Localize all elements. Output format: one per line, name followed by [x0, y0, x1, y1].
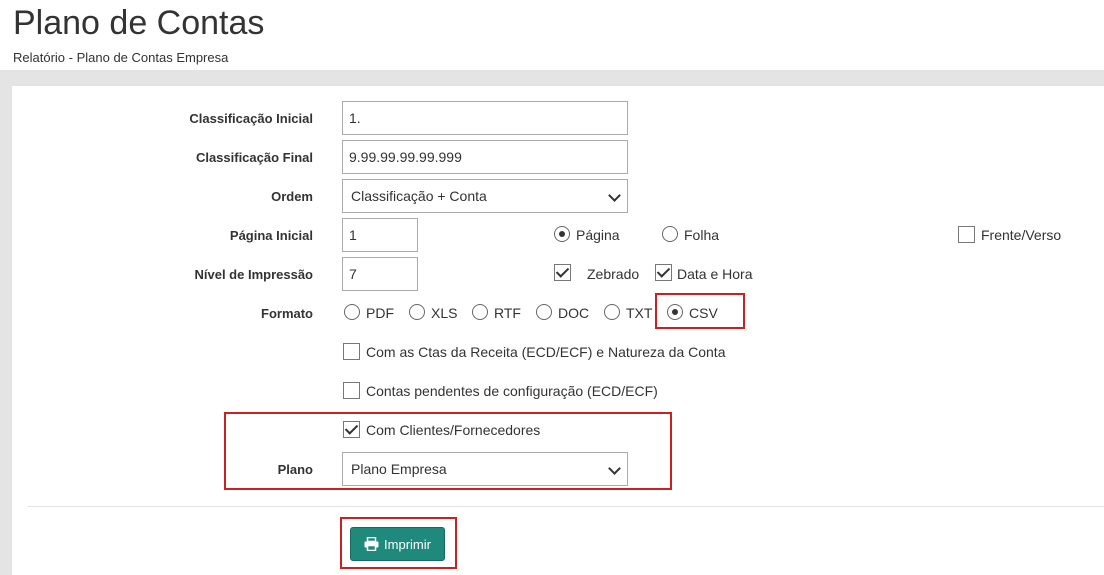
- pagina-inicial-input[interactable]: 1: [342, 218, 418, 252]
- ordem-selected-value: Classificação + Conta: [351, 188, 487, 204]
- ctas-receita-label: Com as Ctas da Receita (ECD/ECF) e Natur…: [366, 344, 726, 360]
- formato-rtf-label: RTF: [494, 305, 521, 321]
- zebrado-checkbox[interactable]: [554, 264, 571, 281]
- radio-folha[interactable]: [662, 226, 678, 242]
- formato-rtf-radio[interactable]: [472, 304, 488, 320]
- frente-verso-checkbox[interactable]: [958, 226, 975, 243]
- ordem-select[interactable]: Classificação + Conta: [342, 179, 628, 213]
- plano-highlight-box: [224, 412, 672, 490]
- nivel-impressao-input[interactable]: 7: [342, 257, 418, 291]
- page-subtitle: Relatório - Plano de Contas Empresa: [13, 50, 229, 65]
- formato-txt-radio[interactable]: [604, 304, 620, 320]
- imprimir-highlight-box: [340, 517, 457, 569]
- formato-txt-label: TXT: [626, 305, 653, 321]
- pagina-inicial-label: Página Inicial: [229, 228, 313, 243]
- formato-pdf-label: PDF: [366, 305, 394, 321]
- page-title: Plano de Contas: [13, 4, 265, 42]
- classificacao-final-input[interactable]: 9.99.99.99.99.999: [342, 140, 628, 174]
- contas-pendentes-label: Contas pendentes de configuração (ECD/EC…: [366, 383, 658, 399]
- classificacao-final-label: Classificação Final: [195, 150, 313, 165]
- classificacao-inicial-input[interactable]: 1.: [342, 101, 628, 135]
- radio-pagina-label: Página: [576, 227, 620, 243]
- form-divider: [28, 506, 1104, 507]
- contas-pendentes-checkbox[interactable]: [343, 382, 360, 399]
- page-header: Plano de Contas Relatório - Plano de Con…: [0, 0, 1104, 70]
- formato-doc-label: DOC: [558, 305, 590, 321]
- nivel-impressao-label: Nível de Impressão: [194, 267, 314, 282]
- formato-label: Formato: [261, 306, 313, 321]
- csv-highlight-box: [655, 293, 745, 329]
- data-hora-label: Data e Hora: [677, 266, 753, 282]
- frente-verso-label: Frente/Verso: [981, 227, 1062, 243]
- chevron-down-icon: [608, 189, 621, 202]
- formato-pdf-radio[interactable]: [344, 304, 360, 320]
- radio-folha-label: Folha: [684, 227, 720, 243]
- formato-xls-label: XLS: [431, 305, 458, 321]
- classificacao-inicial-label: Classificação Inicial: [189, 111, 313, 126]
- ordem-label: Ordem: [271, 189, 313, 204]
- formato-xls-radio[interactable]: [409, 304, 425, 320]
- zebrado-label: Zebrado: [587, 266, 640, 282]
- data-hora-checkbox[interactable]: [655, 264, 672, 281]
- radio-pagina[interactable]: [554, 226, 570, 242]
- formato-doc-radio[interactable]: [536, 304, 552, 320]
- ctas-receita-checkbox[interactable]: [343, 343, 360, 360]
